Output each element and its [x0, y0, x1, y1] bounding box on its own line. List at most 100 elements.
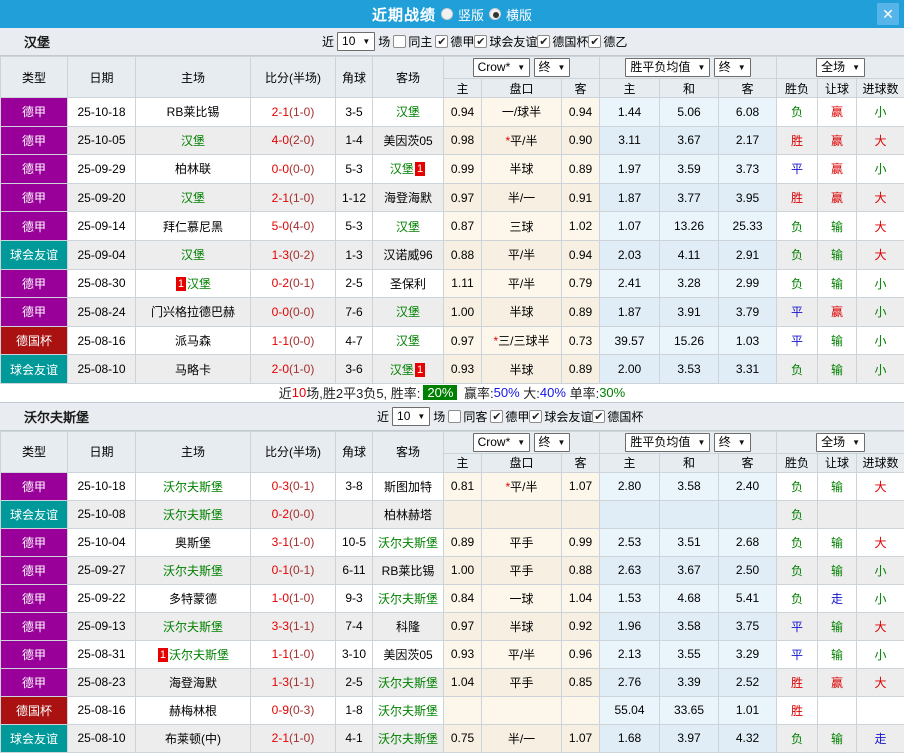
league-filter[interactable]: ✔球会友谊	[529, 408, 592, 425]
league-filter[interactable]: ✔德甲	[435, 33, 474, 50]
league-filter[interactable]: ✔德甲	[490, 408, 529, 425]
half-score: (1-1)	[289, 675, 314, 689]
stats-text: 50%	[494, 385, 520, 400]
avg-metric-value: 胜平负均值	[630, 60, 690, 75]
league-checkbox[interactable]: ✔	[474, 35, 487, 48]
rank-badge: 1	[415, 363, 425, 377]
cell-avg-home: 1.68	[600, 724, 660, 752]
cell-home-team: 马略卡	[136, 355, 251, 384]
match-count-select[interactable]: 10 ▼	[337, 32, 375, 51]
cell-avg-home: 1.87	[600, 183, 660, 212]
col-header-type: 类型	[1, 431, 68, 472]
cell-score: 3-3(1-1)	[251, 612, 336, 640]
league-filter[interactable]: ✔德国杯	[537, 33, 588, 50]
cell-avg-home: 2.03	[600, 240, 660, 269]
subcol-result-handicap: 让球	[818, 79, 857, 98]
cell-league: 德甲	[1, 668, 68, 696]
same-side-checkbox[interactable]	[393, 35, 406, 48]
same-side-checkbox[interactable]	[448, 410, 461, 423]
col-header-date: 日期	[68, 57, 136, 98]
cell-away-team: 汉堡	[373, 298, 444, 327]
cell-corners: 1-4	[336, 126, 373, 155]
cell-date: 25-08-10	[68, 724, 136, 752]
col-header-score: 比分(半场)	[251, 431, 336, 472]
cell-avg-draw: 3.67	[660, 556, 719, 584]
cell-avg-draw: 3.91	[660, 298, 719, 327]
cell-result-handicap: 赢	[818, 155, 857, 184]
subcol-odds-home: 主	[444, 79, 482, 98]
team-name: 汉堡	[0, 32, 50, 51]
cell-result-goals: 小	[857, 584, 904, 612]
same-side-filter[interactable]: 同客	[448, 408, 487, 425]
league-checkbox[interactable]: ✔	[588, 35, 601, 48]
cell-handicap	[482, 696, 562, 724]
col-header-corner: 角球	[336, 57, 373, 98]
odds-company-select[interactable]: Crow*▼	[473, 58, 531, 77]
team-name: 沃尔夫斯堡	[0, 407, 89, 426]
odds-stage-select[interactable]: 终▼	[534, 433, 571, 452]
cell-handicap: 平手	[482, 556, 562, 584]
close-icon[interactable]: ✕	[877, 3, 899, 25]
avg-stage-select[interactable]: 终▼	[714, 58, 751, 77]
cell-result-goals: 小	[857, 298, 904, 327]
stats-text: 大:	[520, 383, 540, 402]
avg-stage-select[interactable]: 终▼	[714, 433, 751, 452]
league-filters: ✔德甲✔球会友谊✔德国杯	[490, 408, 643, 425]
cell-away-team: 美因茨05	[373, 126, 444, 155]
cell-avg-home: 2.41	[600, 269, 660, 298]
half-score: (1-0)	[289, 105, 314, 119]
half-score: (0-3)	[289, 703, 314, 717]
league-checkbox[interactable]: ✔	[435, 35, 448, 48]
cell-result-goals: 小	[857, 326, 904, 355]
layout-radio-vertical-label[interactable]: 竖版	[458, 5, 484, 24]
cell-result-goals: 大	[857, 183, 904, 212]
filter-bar: 近 10 ▼ 场 同主 ✔德甲✔球会友谊✔德国杯✔德乙	[322, 32, 627, 51]
cell-date: 25-10-08	[68, 500, 136, 528]
cell-result-wdl: 负	[777, 269, 818, 298]
subcol-handicap: 盘口	[482, 79, 562, 98]
league-filter[interactable]: ✔球会友谊	[474, 33, 537, 50]
league-filter[interactable]: ✔德乙	[588, 33, 627, 50]
team-label: 沃尔夫斯堡	[163, 480, 223, 494]
final-score: 1-3	[272, 675, 289, 689]
cell-home-team: 拜仁慕尼黑	[136, 212, 251, 241]
layout-radio-horizontal[interactable]	[489, 8, 501, 20]
team-label: 汉堡	[181, 134, 205, 148]
avg-metric-select[interactable]: 胜平负均值▼	[625, 58, 710, 77]
cell-odds-away: 0.90	[562, 126, 600, 155]
cell-handicap: 平手	[482, 528, 562, 556]
cell-home-team: 海登海默	[136, 668, 251, 696]
cell-away-team: 沃尔夫斯堡	[373, 724, 444, 752]
cell-date: 25-08-10	[68, 355, 136, 384]
cell-odds-home: 1.04	[444, 668, 482, 696]
cell-odds-home: 0.75	[444, 724, 482, 752]
cell-result-handicap: 赢	[818, 183, 857, 212]
cell-handicap	[482, 500, 562, 528]
dialog-titlebar: 近期战绩 竖版 横版 ✕	[0, 0, 904, 28]
same-side-filter[interactable]: 同主	[393, 33, 432, 50]
league-checkbox[interactable]: ✔	[592, 410, 605, 423]
league-filter[interactable]: ✔德国杯	[592, 408, 643, 425]
league-checkbox[interactable]: ✔	[537, 35, 550, 48]
league-checkbox[interactable]: ✔	[529, 410, 542, 423]
cell-score: 0-2(0-1)	[251, 269, 336, 298]
match-count-select[interactable]: 10 ▼	[392, 407, 430, 426]
match-scope-select[interactable]: 全场▼	[816, 433, 865, 452]
cell-corners: 3-10	[336, 640, 373, 668]
match-scope-select[interactable]: 全场▼	[816, 58, 865, 77]
layout-radio-horizontal-label[interactable]: 横版	[506, 5, 532, 24]
cell-odds-home: 0.97	[444, 326, 482, 355]
odds-company-select[interactable]: Crow*▼	[473, 433, 531, 452]
league-label: 德甲	[505, 408, 529, 425]
cell-avg-away: 3.29	[719, 640, 777, 668]
cell-result-goals	[857, 500, 904, 528]
team-label: 沃尔夫斯堡	[378, 536, 438, 550]
cell-avg-draw: 3.58	[660, 612, 719, 640]
avg-metric-select[interactable]: 胜平负均值▼	[625, 433, 710, 452]
odds-stage-select[interactable]: 终▼	[534, 58, 571, 77]
cell-date: 25-08-23	[68, 668, 136, 696]
layout-radio-vertical[interactable]	[441, 8, 453, 20]
match-row: 球会友谊25-10-08沃尔夫斯堡0-2(0-0)柏林赫塔负	[1, 500, 904, 528]
league-checkbox[interactable]: ✔	[490, 410, 503, 423]
cell-avg-draw: 3.59	[660, 155, 719, 184]
